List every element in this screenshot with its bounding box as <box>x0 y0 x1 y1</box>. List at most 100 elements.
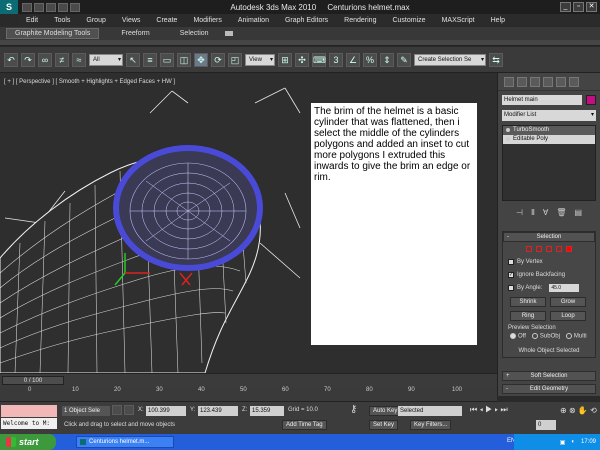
absolute-mode-icon[interactable] <box>124 405 134 415</box>
menu-create[interactable]: Create <box>148 17 185 24</box>
previous-frame-icon[interactable]: ◂ <box>479 405 483 414</box>
network-icon[interactable]: ▣ <box>560 439 566 446</box>
object-color-swatch[interactable] <box>586 95 596 105</box>
y-coordinate-field[interactable]: 123.439 <box>198 406 238 416</box>
angle-spinner[interactable]: 45.0 <box>549 284 580 292</box>
start-button[interactable]: start <box>0 434 56 450</box>
edit-named-selection-icon[interactable]: ✎ <box>397 52 411 67</box>
next-frame-icon[interactable]: ▸ <box>495 405 499 414</box>
select-object-icon[interactable]: ↖ <box>126 52 140 67</box>
menu-tools[interactable]: Tools <box>46 17 78 24</box>
menu-views[interactable]: Views <box>114 17 149 24</box>
keyboard-shortcut-icon[interactable]: ⌨ <box>312 52 326 67</box>
zoom-all-icon[interactable]: ⊗ <box>569 406 576 415</box>
make-unique-icon[interactable]: ∀ <box>543 208 548 217</box>
tab-graphite-modeling-tools[interactable]: Graphite Modeling Tools <box>6 28 100 39</box>
stack-item-editable-poly[interactable]: Editable Poly <box>503 135 595 144</box>
border-level-icon[interactable] <box>546 246 552 252</box>
reference-coordinate-dropdown[interactable]: View <box>245 53 275 66</box>
save-file-icon[interactable] <box>46 2 56 12</box>
minimize-button[interactable]: _ <box>560 2 571 12</box>
modify-tab-icon[interactable] <box>517 76 527 87</box>
pivot-center-icon[interactable]: ⊞ <box>278 52 292 67</box>
play-icon[interactable]: ▶ <box>485 405 492 414</box>
restore-button[interactable]: ▫ <box>573 2 584 12</box>
vertex-level-icon[interactable] <box>526 246 532 252</box>
x-coordinate-field[interactable]: 100.399 <box>146 406 186 416</box>
perspective-viewport[interactable]: [ + ] [ Perspective ] [ Smooth + Highlig… <box>0 73 497 373</box>
snaps-toggle-icon[interactable]: 3 <box>329 52 343 67</box>
menu-animation[interactable]: Animation <box>230 17 277 24</box>
menu-graph-editors[interactable]: Graph Editors <box>277 17 336 24</box>
clock[interactable]: 17:09 <box>581 439 596 445</box>
go-to-start-icon[interactable]: ⏮ <box>470 405 477 414</box>
preview-multi-option[interactable]: Multi <box>565 333 587 340</box>
by-vertex-checkbox[interactable] <box>508 259 514 265</box>
track-bar[interactable]: 0 10 20 30 40 50 60 70 80 90 100 <box>0 387 497 402</box>
link-icon[interactable]: ∞ <box>38 52 52 67</box>
tab-selection[interactable]: Selection <box>172 29 217 38</box>
edit-geometry-rollout-header[interactable]: - Edit Geometry <box>502 384 596 394</box>
redo-icon[interactable] <box>70 2 80 12</box>
configure-modifier-sets-icon[interactable]: ▤ <box>575 208 583 217</box>
menu-help[interactable]: Help <box>483 17 513 24</box>
soft-selection-rollout-header[interactable]: + Soft Selection <box>502 371 596 381</box>
add-time-tag-button[interactable]: Add Time Tag <box>282 420 327 430</box>
maxscript-listener-output[interactable] <box>1 405 57 417</box>
motion-tab-icon[interactable] <box>543 76 553 87</box>
redo-icon[interactable]: ↷ <box>21 52 35 67</box>
preview-off-option[interactable]: Off <box>510 333 526 340</box>
selection-rollout-header[interactable]: - Selection <box>503 232 595 242</box>
select-and-manipulate-icon[interactable]: ✣ <box>295 52 309 67</box>
remove-modifier-icon[interactable]: 🗑 <box>556 208 566 217</box>
key-filters-button[interactable]: Key Filters... <box>410 420 452 430</box>
menu-group[interactable]: Group <box>78 17 113 24</box>
loop-button[interactable]: Loop <box>550 311 586 321</box>
element-level-icon[interactable] <box>566 246 572 252</box>
menu-maxscript[interactable]: MAXScript <box>434 17 483 24</box>
by-angle-checkbox[interactable] <box>508 285 514 291</box>
maxscript-listener[interactable]: Welcome to M: <box>1 418 57 429</box>
window-crossing-icon[interactable]: ◫ <box>177 52 191 67</box>
volume-icon[interactable]: ◐ <box>571 439 575 445</box>
time-slider[interactable]: 0 / 100 <box>2 376 64 385</box>
spinner-snap-icon[interactable]: ⇕ <box>380 52 394 67</box>
shrink-button[interactable]: Shrink <box>510 297 546 307</box>
menu-edit[interactable]: Edit <box>18 17 46 24</box>
key-icon[interactable]: ⚷ <box>350 404 357 415</box>
selection-filter-dropdown[interactable]: All <box>89 53 123 66</box>
display-tab-icon[interactable] <box>556 76 566 87</box>
tab-freeform[interactable]: Freeform <box>113 29 157 38</box>
mirror-icon[interactable]: ⇆ <box>489 52 503 67</box>
select-by-name-icon[interactable]: ≡ <box>143 52 157 67</box>
hierarchy-tab-icon[interactable] <box>530 76 540 87</box>
menu-modifiers[interactable]: Modifiers <box>185 17 229 24</box>
viewport-label[interactable]: [ + ] [ Perspective ] [ Smooth + Highlig… <box>4 79 175 85</box>
angle-snap-icon[interactable]: ∠ <box>346 52 360 67</box>
grow-button[interactable]: Grow <box>550 297 586 307</box>
unlink-icon[interactable]: ≠ <box>55 52 69 67</box>
ribbon-toggle-icon[interactable] <box>224 31 233 36</box>
show-end-result-icon[interactable]: Ⅱ <box>531 208 535 217</box>
new-file-icon[interactable] <box>22 2 32 12</box>
preview-off-radio[interactable] <box>510 333 516 339</box>
go-to-end-icon[interactable]: ⏭ <box>501 405 508 414</box>
ignore-backfacing-checkbox[interactable]: ✓ <box>508 272 514 278</box>
app-logo-icon[interactable]: S <box>0 0 18 14</box>
select-and-move-icon[interactable]: ✥ <box>194 52 208 67</box>
preview-multi-radio[interactable] <box>565 333 572 339</box>
create-tab-icon[interactable] <box>504 76 514 87</box>
preview-subobj-option[interactable]: SubObj <box>531 333 560 340</box>
select-and-scale-icon[interactable]: ◰ <box>228 52 242 67</box>
current-frame-field[interactable]: 0 <box>536 420 556 430</box>
rectangular-selection-icon[interactable]: ▭ <box>160 52 174 67</box>
close-button[interactable]: ✕ <box>586 2 597 12</box>
zoom-icon[interactable]: ⊕ <box>560 406 567 415</box>
bind-space-warp-icon[interactable]: ≈ <box>72 52 86 67</box>
open-file-icon[interactable] <box>34 2 44 12</box>
auto-key-button[interactable]: Auto Key <box>369 406 402 416</box>
z-coordinate-field[interactable]: 15.359 <box>250 406 284 416</box>
stack-item-turbosmooth[interactable]: TurboSmooth <box>503 126 595 135</box>
key-mode-dropdown[interactable]: Selected <box>398 406 462 416</box>
menu-rendering[interactable]: Rendering <box>336 17 384 24</box>
